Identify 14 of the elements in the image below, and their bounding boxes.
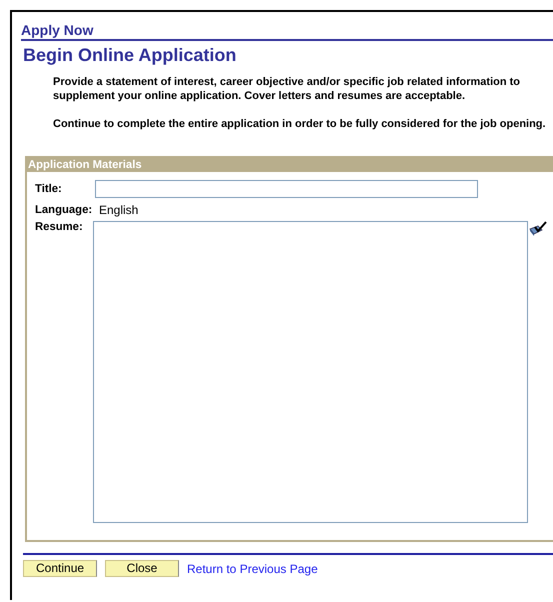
action-button[interactable]: Continue <box>23 560 97 577</box>
instruction-text: Continue to complete the entire application in order to be fully considered for the job opening. <box>53 117 547 131</box>
title-input[interactable] <box>95 180 478 198</box>
field-label: Title: <box>35 183 63 195</box>
language-value: English <box>99 203 138 217</box>
instruction-text: Provide a statement of interest, career objective and/or specific job related information to supplement your online application. Cover letters and resumes are acceptable. <box>53 75 522 103</box>
group-title: Application Materials <box>27 158 553 172</box>
header-title: Apply Now <box>21 22 553 41</box>
field-label: Resume: <box>35 221 84 233</box>
field-label: Language: <box>35 204 94 216</box>
page-title: Begin Online Application <box>23 45 238 66</box>
return-link[interactable]: Return to Previous Page <box>187 562 318 576</box>
action-button[interactable]: Close <box>105 560 179 577</box>
spell-check-icon[interactable] <box>529 221 547 237</box>
